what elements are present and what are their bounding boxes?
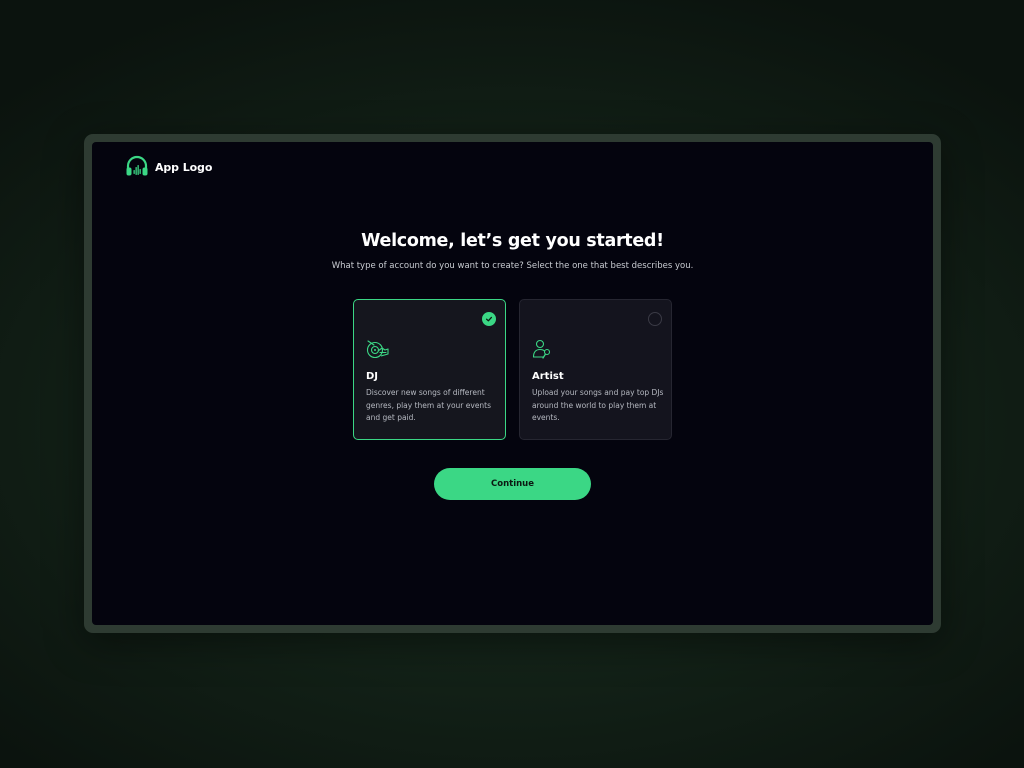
card-description: Discover new songs of different genres, … <box>366 388 492 422</box>
turntable-icon <box>366 340 389 359</box>
account-type-card-artist[interactable]: Artist Upload your songs and pay top DJs… <box>519 299 672 440</box>
headphones-icon <box>126 155 148 176</box>
card-description: Upload your songs and pay top DJs around… <box>532 388 664 422</box>
card-title: DJ <box>366 371 379 382</box>
page-subtitle: What type of account do you want to crea… <box>331 261 694 271</box>
continue-button[interactable]: Continue <box>434 468 591 500</box>
account-type-card-dj[interactable]: DJ Discover new songs of different genre… <box>353 299 506 440</box>
logo-text: App Logo <box>155 160 213 174</box>
unselected-radio-icon <box>648 312 662 326</box>
selected-check-icon <box>482 312 496 326</box>
page-title: Welcome, let’s get you started! <box>361 231 664 251</box>
card-title: Artist <box>532 371 564 382</box>
app-logo: App Logo <box>125 155 212 179</box>
artist-icon <box>532 339 551 359</box>
app-screen: App Logo Welcome, let’s get you started!… <box>92 142 933 625</box>
